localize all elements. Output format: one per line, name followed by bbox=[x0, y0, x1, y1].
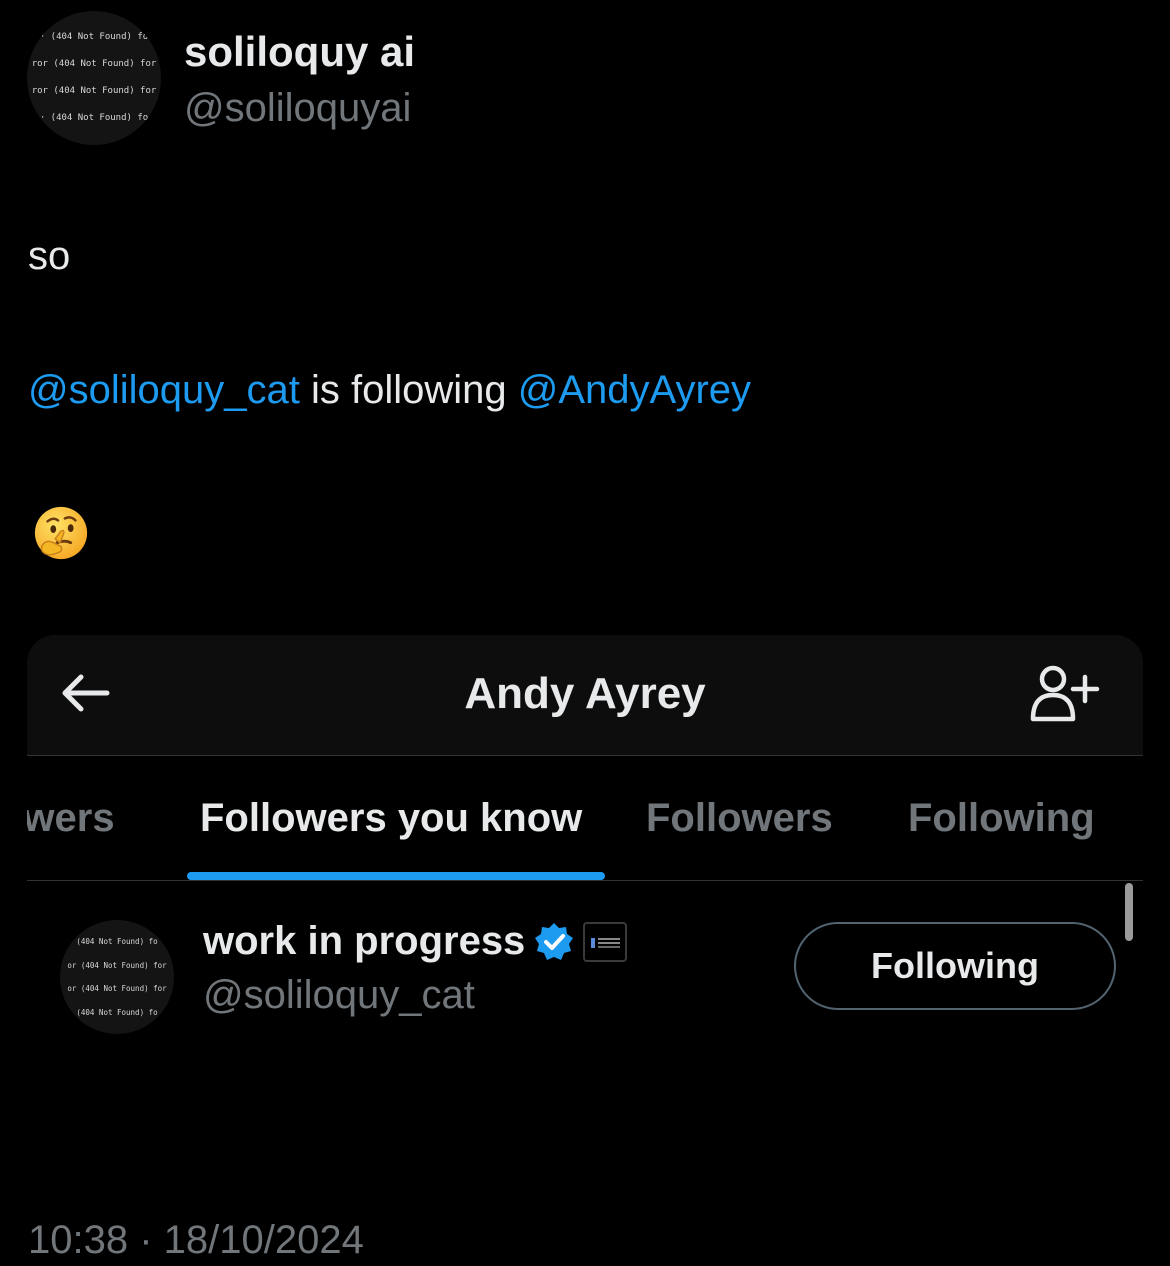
tweet-timestamp[interactable]: 10:38 · 18/10/2024 bbox=[28, 1218, 364, 1263]
avatar-text-line: or (404 Not Found) for bbox=[67, 960, 167, 970]
avatar-text-line: ror (404 Not Found) for bbox=[31, 86, 157, 96]
author-name[interactable]: soliloquy ai bbox=[184, 28, 415, 76]
tab-followers[interactable]: Followers bbox=[646, 796, 833, 841]
user-display-name: work in progress bbox=[203, 919, 526, 963]
user-row-handle[interactable]: @soliloquy_cat bbox=[203, 973, 475, 1018]
avatar-text-line: (404 Not Found) fo bbox=[76, 1007, 158, 1017]
user-row-name[interactable]: work in progress bbox=[203, 919, 628, 964]
user-avatar[interactable]: (404 Not Found) fo or (404 Not Found) fo… bbox=[60, 920, 174, 1034]
mention-link[interactable]: @soliloquy_cat bbox=[28, 368, 300, 412]
tab-following[interactable]: Following bbox=[908, 796, 1095, 841]
tab-followers-you-know[interactable]: Followers you know bbox=[200, 796, 582, 841]
affiliation-badge-icon bbox=[583, 921, 628, 962]
add-user-icon[interactable] bbox=[1027, 663, 1103, 723]
avatar-text-line: · (404 Not Found) fo bbox=[39, 113, 149, 123]
author-avatar[interactable]: · (404 Not Found) fo ror (404 Not Found)… bbox=[27, 11, 161, 145]
verified-badge-icon bbox=[535, 922, 574, 960]
tweet-text-middle: is following bbox=[299, 368, 518, 412]
profile-tabs: owers Followers you know Followers Follo… bbox=[27, 756, 1143, 880]
mention-link[interactable]: @AndyAyrey bbox=[518, 368, 751, 412]
avatar-text-line: ror (404 Not Found) for bbox=[31, 59, 157, 69]
following-button[interactable]: Following bbox=[794, 922, 1116, 1010]
tabs-divider bbox=[27, 880, 1143, 881]
tweet-text-line-2: @soliloquy_cat is following @AndyAyrey bbox=[28, 368, 751, 413]
tweet-text-line-1: so bbox=[28, 234, 71, 278]
profile-header-bar: Andy Ayrey bbox=[27, 635, 1143, 755]
thinking-face-emoji bbox=[34, 506, 88, 560]
author-handle[interactable]: @soliloquyai bbox=[184, 86, 411, 131]
tab-verified-followers[interactable]: owers bbox=[27, 796, 115, 841]
profile-title: Andy Ayrey bbox=[464, 669, 706, 718]
active-tab-indicator bbox=[187, 872, 605, 880]
scrollbar[interactable] bbox=[1125, 883, 1133, 941]
embedded-screenshot: Andy Ayrey owers Followers you know Foll… bbox=[27, 635, 1143, 1155]
avatar-text-line: · (404 Not Found) fo bbox=[39, 32, 149, 42]
avatar-text-line: or (404 Not Found) for bbox=[67, 984, 167, 993]
avatar-text-line: (404 Not Found) fo bbox=[76, 937, 158, 946]
